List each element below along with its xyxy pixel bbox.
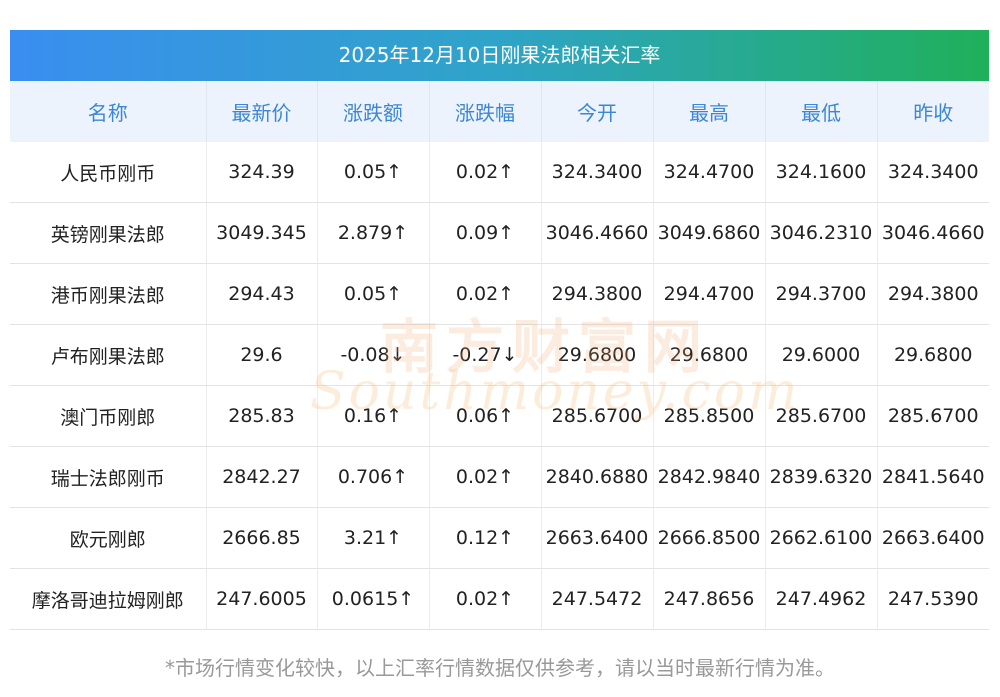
high-price: 3049.6860 <box>653 202 766 264</box>
high-price: 294.4700 <box>653 263 766 325</box>
open-price: 3046.4660 <box>541 202 654 264</box>
change-amount: 0.0615↑ <box>317 568 430 630</box>
change-percent: 0.02↑ <box>429 142 542 203</box>
change-amount: 0.05↑ <box>317 142 430 203</box>
column-header-low: 最低 <box>765 81 878 142</box>
column-header-open: 今开 <box>541 81 654 142</box>
currency-name: 瑞士法郎刚币 <box>10 446 207 508</box>
change-percent: -0.27↓ <box>429 324 542 386</box>
change-percent: 0.02↑ <box>429 263 542 325</box>
change-amount: 3.21↑ <box>317 507 430 569</box>
table-title: 2025年12月10日刚果法郎相关汇率 <box>10 30 989 81</box>
open-price: 2663.6400 <box>541 507 654 569</box>
column-header-high: 最高 <box>653 81 766 142</box>
disclaimer-note: *市场行情变化较快，以上汇率行情数据仅供参考，请以当时最新行情为准。 <box>165 656 835 680</box>
open-price: 285.6700 <box>541 385 654 447</box>
change-percent: 0.02↑ <box>429 568 542 630</box>
table-row: 瑞士法郎刚币 2842.27 0.706↑ 0.02↑ 2840.6880 28… <box>10 446 989 508</box>
prev-close-price: 294.3800 <box>877 263 989 325</box>
low-price: 324.1600 <box>765 142 878 203</box>
prev-close-price: 324.3400 <box>877 142 989 203</box>
column-header-name: 名称 <box>10 81 207 142</box>
low-price: 2839.6320 <box>765 446 878 508</box>
latest-price: 294.43 <box>206 263 318 325</box>
prev-close-price: 3046.4660 <box>877 202 989 264</box>
open-price: 29.6800 <box>541 324 654 386</box>
low-price: 247.4962 <box>765 568 878 630</box>
prev-close-price: 285.6700 <box>877 385 989 447</box>
prev-close-price: 29.6800 <box>877 324 989 386</box>
change-percent: 0.09↑ <box>429 202 542 264</box>
high-price: 324.4700 <box>653 142 766 203</box>
open-price: 247.5472 <box>541 568 654 630</box>
open-price: 294.3800 <box>541 263 654 325</box>
low-price: 2662.6100 <box>765 507 878 569</box>
change-percent: 0.12↑ <box>429 507 542 569</box>
table-row: 卢布刚果法郎 29.6 -0.08↓ -0.27↓ 29.6800 29.680… <box>10 324 989 386</box>
prev-close-price: 247.5390 <box>877 568 989 630</box>
exchange-rate-table: 名称 最新价 涨跌额 涨跌幅 今开 最高 最低 昨收 人民币刚币 324.39 … <box>10 81 989 630</box>
change-amount: 2.879↑ <box>317 202 430 264</box>
high-price: 2666.8500 <box>653 507 766 569</box>
latest-price: 3049.345 <box>206 202 318 264</box>
column-header-prev-close: 昨收 <box>877 81 989 142</box>
currency-name: 英镑刚果法郎 <box>10 202 207 264</box>
low-price: 3046.2310 <box>765 202 878 264</box>
latest-price: 324.39 <box>206 142 318 203</box>
table-header-row: 名称 最新价 涨跌额 涨跌幅 今开 最高 最低 昨收 <box>10 81 989 142</box>
change-amount: 0.706↑ <box>317 446 430 508</box>
high-price: 29.6800 <box>653 324 766 386</box>
currency-name: 澳门币刚郎 <box>10 385 207 447</box>
table-row: 港币刚果法郎 294.43 0.05↑ 0.02↑ 294.3800 294.4… <box>10 263 989 325</box>
change-percent: 0.02↑ <box>429 446 542 508</box>
table-row: 澳门币刚郎 285.83 0.16↑ 0.06↑ 285.6700 285.85… <box>10 385 989 447</box>
open-price: 2840.6880 <box>541 446 654 508</box>
latest-price: 2666.85 <box>206 507 318 569</box>
column-header-change: 涨跌额 <box>317 81 430 142</box>
currency-name: 卢布刚果法郎 <box>10 324 207 386</box>
latest-price: 2842.27 <box>206 446 318 508</box>
latest-price: 285.83 <box>206 385 318 447</box>
currency-name: 港币刚果法郎 <box>10 263 207 325</box>
column-header-price: 最新价 <box>206 81 318 142</box>
high-price: 2842.9840 <box>653 446 766 508</box>
column-header-change-pct: 涨跌幅 <box>429 81 542 142</box>
change-amount: 0.05↑ <box>317 263 430 325</box>
high-price: 247.8656 <box>653 568 766 630</box>
change-percent: 0.06↑ <box>429 385 542 447</box>
table-row: 人民币刚币 324.39 0.05↑ 0.02↑ 324.3400 324.47… <box>10 142 989 203</box>
latest-price: 29.6 <box>206 324 318 386</box>
table-row: 欧元刚郎 2666.85 3.21↑ 0.12↑ 2663.6400 2666.… <box>10 507 989 569</box>
change-amount: -0.08↓ <box>317 324 430 386</box>
prev-close-price: 2663.6400 <box>877 507 989 569</box>
low-price: 285.6700 <box>765 385 878 447</box>
low-price: 294.3700 <box>765 263 878 325</box>
open-price: 324.3400 <box>541 142 654 203</box>
prev-close-price: 2841.5640 <box>877 446 989 508</box>
rate-table-container: 2025年12月10日刚果法郎相关汇率 名称 最新价 涨跌额 涨跌幅 今开 最高… <box>10 30 989 630</box>
currency-name: 欧元刚郎 <box>10 507 207 569</box>
low-price: 29.6000 <box>765 324 878 386</box>
change-amount: 0.16↑ <box>317 385 430 447</box>
currency-name: 摩洛哥迪拉姆刚郎 <box>10 568 207 630</box>
currency-name: 人民币刚币 <box>10 142 207 203</box>
table-row: 英镑刚果法郎 3049.345 2.879↑ 0.09↑ 3046.4660 3… <box>10 202 989 264</box>
high-price: 285.8500 <box>653 385 766 447</box>
latest-price: 247.6005 <box>206 568 318 630</box>
table-row: 摩洛哥迪拉姆刚郎 247.6005 0.0615↑ 0.02↑ 247.5472… <box>10 568 989 630</box>
